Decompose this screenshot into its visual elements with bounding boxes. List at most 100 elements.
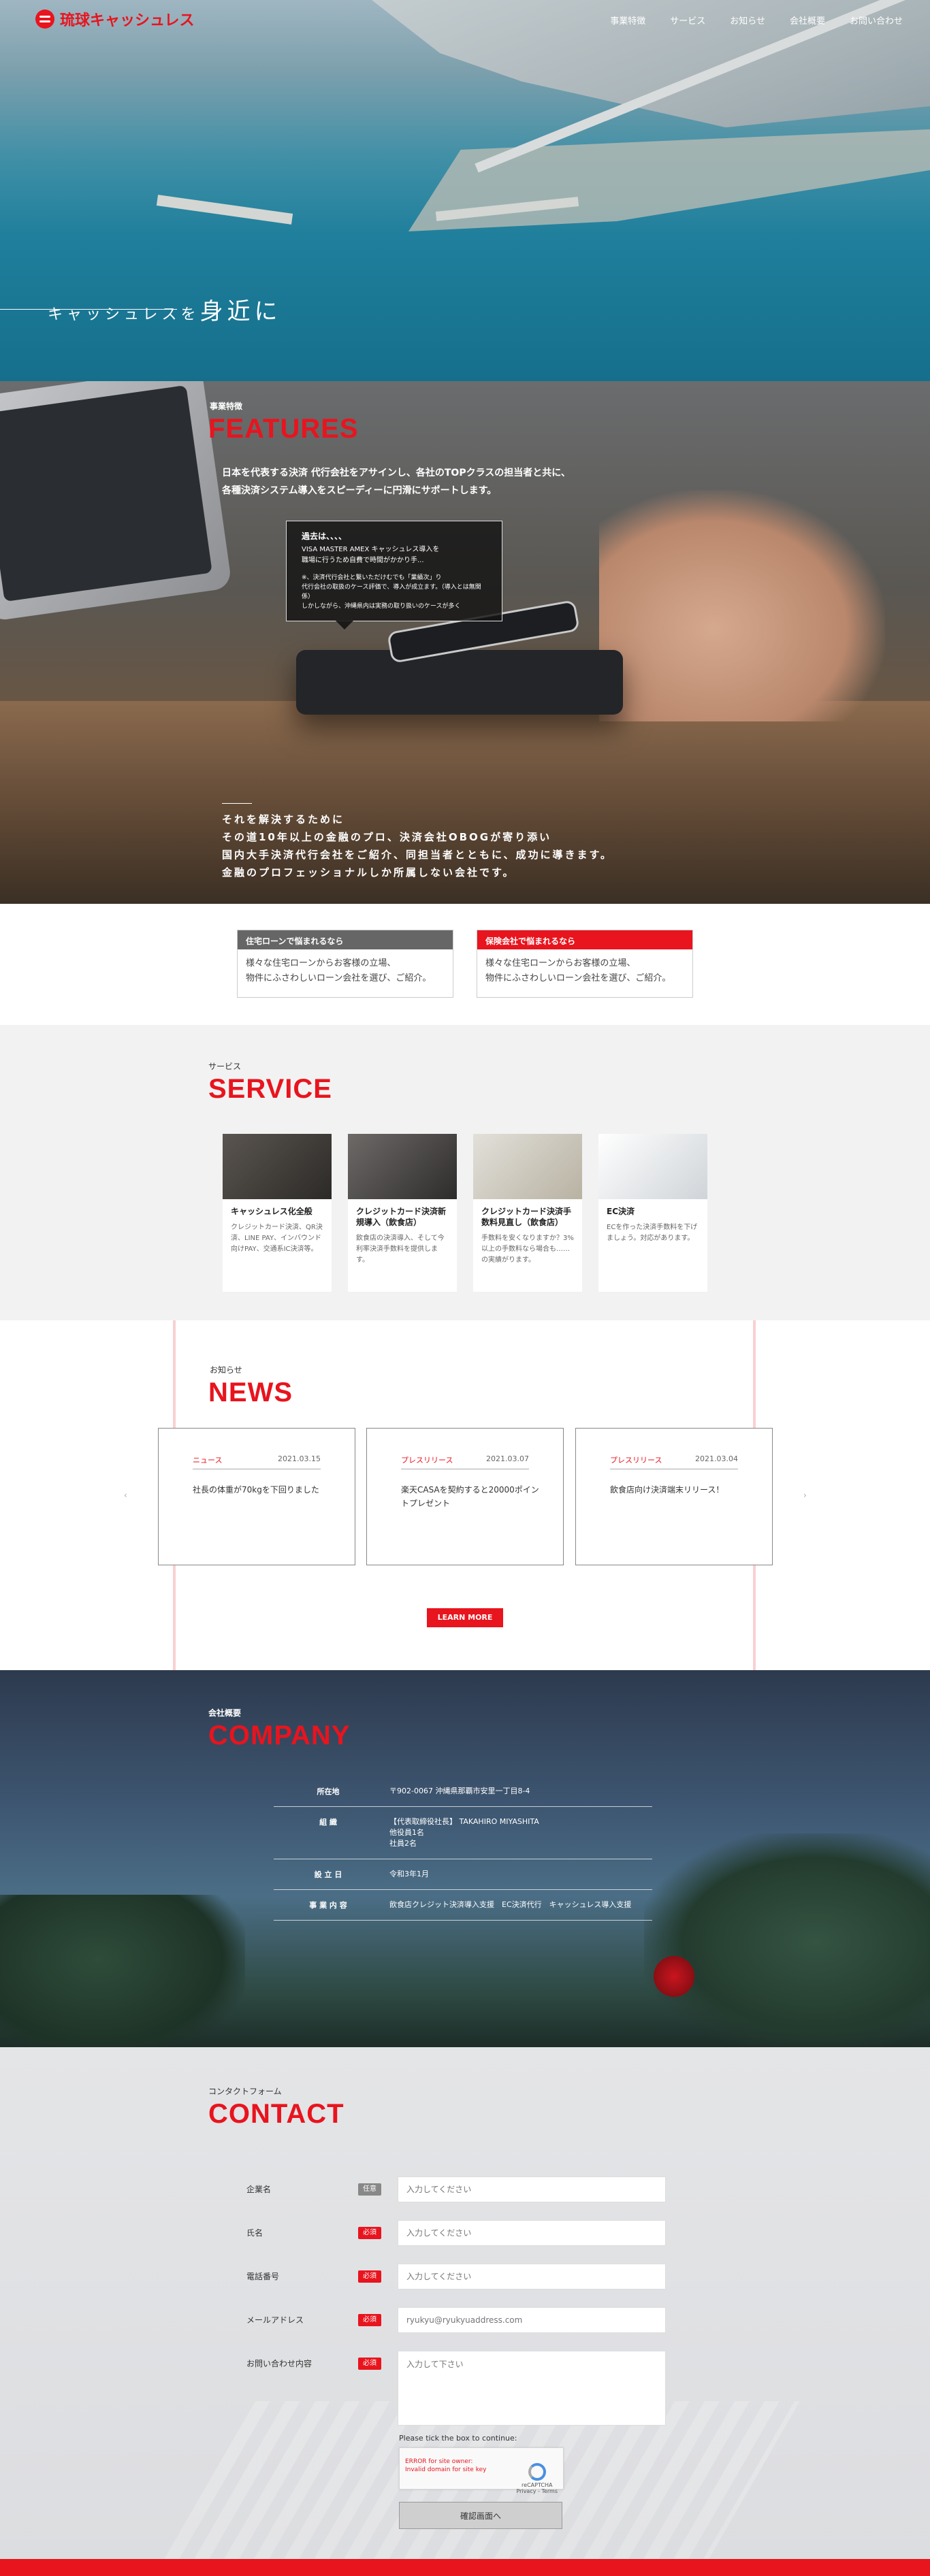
service-card-desc: 飲食店の決済導入、そして今利率決済手数料を提供します。 [356, 1235, 445, 1264]
features-lead-line: 日本を代表する決済 代行会社をアサインし、各社のTOPクラスの担当者と共に、 [222, 468, 571, 478]
company-photo-hibiscus [654, 1956, 694, 1997]
field-label: メールアドレス [246, 2315, 304, 2325]
loan-card-line: 物件にふさわしいローン会社を選び、ご紹介。 [246, 973, 432, 983]
nav-company[interactable]: 会社概要 [790, 14, 825, 27]
news-meta: プレスリリース 2021.03.07 [401, 1454, 529, 1469]
service-card-image [348, 1134, 457, 1199]
company-row: 事 業 内 容 飲食店クレジット決済導入支援 EC決済代行 キャッシュレス導入支… [274, 1890, 652, 1921]
features-photo-terminal [296, 650, 623, 715]
hero-section: 琉球キャッシュレス 事業特徴 サービス お知らせ 会社概要 お問い合わせ キャッ… [0, 0, 930, 381]
bubble-title: 過去は、、、、 [302, 532, 347, 541]
field-label: 電話番号 [246, 2272, 280, 2281]
news-date: 2021.03.15 [278, 1454, 321, 1463]
bubble-line: 職場に行うため自費で時間がかかり手... [302, 557, 424, 564]
service-card-title: EC決済 [607, 1207, 635, 1216]
news-date: 2021.03.07 [486, 1454, 529, 1463]
contact-subtitle: コンタクトフォーム [208, 2087, 282, 2096]
service-card[interactable]: クレジットカード決済手数料見直し（飲食店） 手数料を安くなりますか？3%以上の手… [473, 1134, 582, 1292]
form-row-message: お問い合わせ内容 必須 [244, 2351, 666, 2426]
service-card-image [223, 1134, 332, 1199]
nav-contact[interactable]: お問い合わせ [850, 14, 903, 27]
field-label: 氏名 [246, 2228, 263, 2238]
company-row: 組 織 【代表取締役社長】 TAKAHIRO MIYASHITA 他役員1名 社… [274, 1807, 652, 1859]
closing-line: それを解決するために [222, 813, 345, 826]
closing-line: 国内大手決済代行会社をご紹介、同担当者とともに、成功に導きます。 [222, 849, 613, 861]
service-section: サービス SERVICE キャッシュレス化全般 クレジットカード決済、QR決済、… [0, 1025, 930, 1320]
news-card[interactable]: プレスリリース 2021.03.07 楽天CASAを契約すると20000ポイント… [366, 1428, 564, 1565]
recaptcha-widget[interactable]: ERROR for site owner: Invalid domain for… [399, 2447, 564, 2494]
loan-card-body: 様々な住宅ローンからお客様の立場、 物件にふさわしいローン会社を選び、ご紹介。 [477, 949, 692, 993]
company-key: 組 織 [319, 1818, 337, 1827]
service-card-image [473, 1134, 582, 1199]
news-category: プレスリリース [401, 1456, 453, 1465]
bubble-note-line: しかしながら、沖縄県内は実務の取り扱いのケースが多く [302, 603, 461, 610]
features-subtitle: 事業特徴 [210, 402, 243, 411]
form-row-company: 企業名 任意 [244, 2176, 666, 2202]
nav-service[interactable]: サービス [670, 14, 705, 27]
news-headline: 楽天CASAを契約すると20000ポイントプレゼント [401, 1485, 539, 1508]
nav-news[interactable]: お知らせ [730, 14, 765, 27]
closing-line: その道10年以上の金融のプロ、決済会社OBOGが寄り添い [222, 831, 552, 843]
company-subtitle: 会社概要 [208, 1708, 242, 1718]
news-card[interactable]: プレスリリース 2021.03.04 飲食店向け決済端末リリース！ [575, 1428, 773, 1565]
contact-title: CONTACT [208, 2099, 344, 2129]
loan-card-insurance[interactable]: 保険会社で悩まれるなら 様々な住宅ローンからお客様の立場、 物件にふさわしいロー… [477, 930, 693, 998]
service-card-title: クレジットカード決済新規導入（飲食店） [356, 1207, 447, 1227]
captcha-note: Please tick the box to continue: [399, 2434, 517, 2443]
service-card-title: キャッシュレス化全般 [231, 1207, 312, 1216]
carousel-prev-icon[interactable]: ‹ [124, 1490, 127, 1500]
features-photo-tablet [0, 381, 233, 622]
captcha-error: ERROR for site owner: Invalid domain for… [405, 2458, 487, 2473]
company-section: 会社概要 COMPANY 所在地 〒902-0067 沖縄県那覇市安里一丁目8-… [0, 1670, 930, 2047]
email-input[interactable] [398, 2307, 666, 2333]
hero-photo-pier [156, 195, 293, 225]
hero-photo-shore [408, 129, 930, 231]
tagline-part-a: キャッシュレスを [48, 306, 200, 323]
news-meta: ニュース 2021.03.15 [193, 1454, 321, 1469]
name-input[interactable] [398, 2220, 666, 2246]
closing-rule [222, 803, 252, 804]
service-card-title: クレジットカード決済手数料見直し（飲食店） [481, 1207, 572, 1227]
captcha-brand: reCAPTCHA Privacy - Terms [517, 2463, 558, 2494]
captcha-brand-text: reCAPTCHA Privacy - Terms [516, 2482, 558, 2494]
form-row-phone: 電話番号 必須 [244, 2264, 666, 2289]
learn-more-button[interactable]: LEARN MORE [427, 1608, 503, 1627]
bubble-note-line: 代行会社の取扱のケース評価で、導入が成立ます。（導入とは無関係） [302, 584, 481, 600]
service-card[interactable]: キャッシュレス化全般 クレジットカード決済、QR決済、LINE PAY、インバウ… [223, 1134, 332, 1292]
service-card[interactable]: EC決済 ECを作った決済手数料を下げましょう。対応があります。 [598, 1134, 707, 1292]
closing-line: 金融のプロフェッショナルしか所属しない会社です。 [222, 866, 515, 879]
phone-input[interactable] [398, 2264, 666, 2289]
optional-badge: 任意 [358, 2183, 381, 2196]
service-card[interactable]: クレジットカード決済新規導入（飲食店） 飲食店の決済導入、そして今利率決済手数料… [348, 1134, 457, 1292]
confirm-button[interactable]: 確認画面へ [399, 2502, 562, 2529]
company-info-table: 所在地 〒902-0067 沖縄県那覇市安里一丁目8-4 組 織 【代表取締役社… [274, 1776, 652, 1921]
service-card-desc: 手数料を安くなりますか？3%以上の手数料なら場合も……の実績がります。 [481, 1235, 574, 1264]
required-badge: 必須 [358, 2227, 381, 2239]
loan-card-housing[interactable]: 住宅ローンで悩まれるなら 様々な住宅ローンからお客様の立場、 物件にふさわしいロ… [237, 930, 453, 998]
service-title: SERVICE [208, 1074, 332, 1104]
news-headline: 社長の体重が70kgを下回りました [193, 1485, 319, 1495]
company-name-input[interactable] [398, 2176, 666, 2202]
features-speech-bubble: 過去は、、、、 VISA MASTER AMEX キャッシュレス導入を 職場に行… [286, 521, 502, 630]
features-section: 事業特徴 FEATURES 日本を代表する決済 代行会社をアサインし、各社のTO… [0, 381, 930, 904]
recaptcha-icon [528, 2463, 546, 2481]
news-card[interactable]: ニュース 2021.03.15 社長の体重が70kgを下回りました [158, 1428, 355, 1565]
main-nav: 事業特徴 サービス お知らせ 会社概要 お問い合わせ [610, 14, 903, 27]
features-lead: 日本を代表する決済 代行会社をアサインし、各社のTOPクラスの担当者と共に、 各… [222, 464, 571, 500]
site-logo[interactable]: 琉球キャッシュレス [35, 8, 195, 30]
nav-features[interactable]: 事業特徴 [610, 14, 645, 27]
message-textarea[interactable] [398, 2351, 666, 2426]
company-value: 【代表取締役社長】 TAKAHIRO MIYASHITA 他役員1名 社員2名 [389, 1817, 539, 1848]
service-card-desc: ECを作った決済手数料を下げましょう。対応があります。 [607, 1224, 698, 1242]
field-label: 企業名 [246, 2185, 272, 2194]
news-meta: プレスリリース 2021.03.04 [610, 1454, 738, 1469]
news-date: 2021.03.04 [695, 1454, 738, 1463]
company-key: 所在地 [317, 1787, 340, 1796]
loan-card-line: 物件にふさわしいローン会社を選び、ご紹介。 [485, 973, 671, 983]
carousel-next-icon[interactable]: › [803, 1490, 807, 1500]
company-row: 所在地 〒902-0067 沖縄県那覇市安里一丁目8-4 [274, 1776, 652, 1807]
loan-card-line: 様々な住宅ローンからお客様の立場、 [485, 958, 636, 968]
company-key: 事 業 内 容 [309, 1901, 347, 1910]
tagline-text: キャッシュレスを身近に [48, 293, 282, 326]
news-subtitle: お知らせ [210, 1365, 242, 1375]
